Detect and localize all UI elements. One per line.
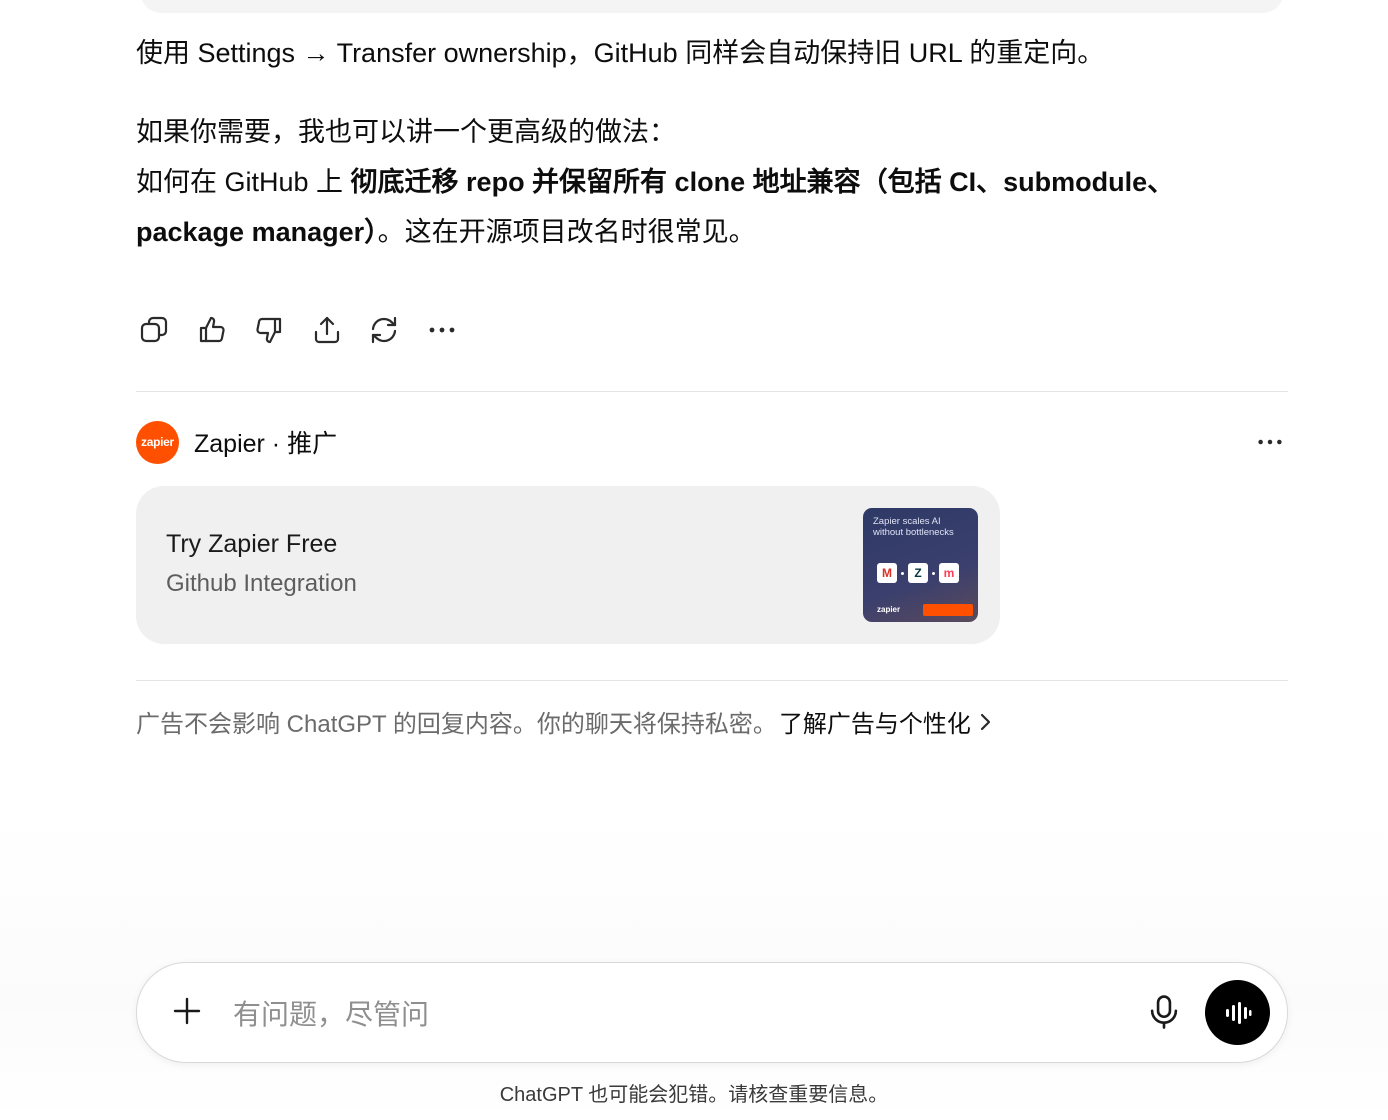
copy-icon — [140, 316, 168, 343]
dot — [932, 571, 935, 575]
offer-prefix: 如何在 GitHub 上 — [136, 167, 351, 197]
offer-body: 如何在 GitHub 上 彻底迁移 repo 并保留所有 clone 地址兼容（… — [136, 157, 1288, 207]
zendesk-icon: Z — [908, 563, 928, 583]
previous-code-block-edge — [140, 0, 1284, 13]
ad-options-button[interactable] — [1252, 424, 1288, 460]
copy-button[interactable] — [136, 310, 172, 350]
chat-composer: 有问题，尽管问 — [136, 962, 1288, 1063]
thumbnail-app-icons: M Z m — [877, 563, 959, 583]
ad-disclaimer: 广告不会影响 ChatGPT 的回复内容。你的聊天将保持私密。 了解广告与个性化 — [136, 704, 993, 739]
more-horizontal-icon — [429, 327, 455, 333]
microphone-icon[interactable] — [1145, 993, 1183, 1031]
chevron-right-icon — [977, 711, 993, 733]
offer-bold-b: package manager） — [136, 217, 378, 247]
zapier-logo: zapier — [136, 420, 179, 464]
offer-suffix: 。这在开源项目改名时很常见。 — [377, 217, 756, 247]
more-horizontal-icon — [1258, 439, 1282, 445]
regenerate-icon — [372, 316, 397, 344]
monday-icon: m — [939, 563, 959, 583]
ad-subtitle: Github Integration — [166, 570, 357, 597]
message-line: 使用 Settings → Transfer ownership，GitHub … — [136, 38, 1105, 68]
thumbnail-cta — [923, 604, 973, 616]
disclaimer-footer: ChatGPT 也可能会犯错。请核查重要信息。 — [499, 1084, 889, 1106]
dot — [901, 571, 904, 575]
add-attachment-button[interactable] — [171, 995, 203, 1027]
offer-bold-a: 彻底迁移 repo 并保留所有 clone 地址兼容（包括 CI、submodu… — [350, 167, 1175, 197]
ad-thumbnail: Zapier scales AI without bottlenecks M Z… — [863, 508, 978, 622]
gmail-icon: M — [877, 563, 897, 583]
offer-body-cont: package manager）。这在开源项目改名时很常见。 — [136, 207, 1288, 257]
thumbs-down-icon — [256, 317, 282, 344]
divider — [136, 391, 1288, 392]
ad-card[interactable]: Try Zapier Free Github Integration Zapie… — [136, 486, 1000, 644]
message-actions-bar — [136, 310, 482, 350]
disclaimer-text: 广告不会影响 ChatGPT 的回复内容。你的聊天将保持私密。 — [136, 711, 777, 738]
thumbnail-caption: Zapier scales AI without bottlenecks — [873, 516, 954, 538]
ad-header: zapier Zapier · 推广 — [136, 420, 1288, 464]
regenerate-button[interactable] — [366, 310, 402, 350]
ad-title: Try Zapier Free — [166, 530, 338, 558]
divider — [136, 680, 1288, 681]
more-actions-button[interactable] — [424, 310, 460, 350]
share-button[interactable] — [309, 310, 345, 350]
ad-sponsor-label: Zapier · 推广 — [194, 430, 338, 458]
thumbs-up-icon — [199, 316, 225, 343]
thumbs-up-button[interactable] — [194, 310, 230, 350]
thumbs-down-button[interactable] — [251, 310, 287, 350]
offer-intro: 如果你需要，我也可以讲一个更高级的做法： — [136, 117, 676, 147]
voice-waveform-icon — [1225, 1001, 1251, 1024]
thumbnail-logo: zapier — [877, 605, 901, 614]
share-icon — [314, 316, 339, 344]
message-offer-paragraph: 如果你需要，我也可以讲一个更高级的做法： 如何在 GitHub 上 彻底迁移 r… — [136, 107, 1288, 257]
voice-mode-button[interactable] — [1205, 980, 1270, 1045]
chat-input[interactable]: 有问题，尽管问 — [233, 993, 429, 1033]
message-paragraph: 使用 Settings → Transfer ownership，GitHub … — [136, 28, 1288, 78]
learn-more-link[interactable]: 了解广告与个性化 — [779, 704, 971, 739]
